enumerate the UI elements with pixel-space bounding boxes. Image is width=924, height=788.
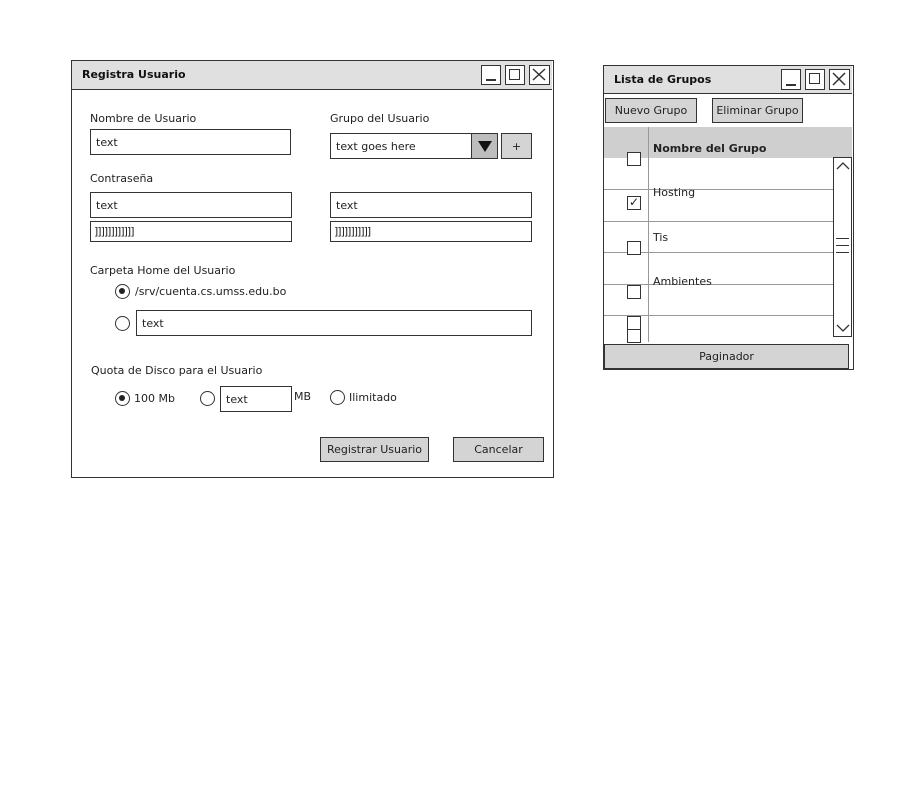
quota-custom-input[interactable]: text xyxy=(220,386,292,412)
close-icon[interactable] xyxy=(829,69,850,90)
row-checkbox-empty[interactable] xyxy=(627,329,641,343)
minimize-icon[interactable] xyxy=(781,69,801,90)
groups-list-window: Lista de Grupos Nuevo Grupo Eliminar Gru… xyxy=(603,65,854,370)
chevron-down-icon[interactable] xyxy=(835,322,851,334)
home-custom-radio[interactable] xyxy=(115,316,130,331)
password-confirm-strength-meter: ]]]]]]]]]]] xyxy=(330,221,532,242)
home-folder-label: Carpeta Home del Usuario xyxy=(90,264,236,277)
password-confirm-input[interactable]: text xyxy=(330,192,532,218)
groups-window-title: Lista de Grupos xyxy=(614,73,712,86)
quota-100-radio[interactable] xyxy=(115,391,130,406)
chevron-up-icon[interactable] xyxy=(835,160,851,172)
cancel-button[interactable]: Cancelar xyxy=(453,437,544,462)
row-checkbox-empty[interactable] xyxy=(627,316,641,330)
close-icon[interactable] xyxy=(529,65,550,85)
table-checkbox-column-divider xyxy=(648,127,649,342)
quota-unlimited-radio[interactable] xyxy=(330,390,345,405)
group-name-cell: Hosting xyxy=(653,186,696,199)
add-group-button[interactable]: + xyxy=(501,133,532,159)
group-name-cell: Tis xyxy=(653,231,669,244)
home-custom-input[interactable]: text xyxy=(136,310,532,336)
minimize-icon[interactable] xyxy=(481,65,501,85)
group-label: Grupo del Usuario xyxy=(330,112,430,125)
row-checkbox-ambientes[interactable] xyxy=(627,285,641,299)
home-default-radio[interactable] xyxy=(115,284,130,299)
new-group-button[interactable]: Nuevo Grupo xyxy=(605,98,697,123)
row-checkbox-tis[interactable] xyxy=(627,241,641,255)
home-default-label: /srv/cuenta.cs.umss.edu.bo xyxy=(135,285,287,298)
quota-unit-label: MB xyxy=(294,390,312,403)
select-all-checkbox[interactable] xyxy=(627,152,641,166)
row-divider xyxy=(604,189,833,190)
password-input[interactable]: text xyxy=(90,192,292,218)
username-label: Nombre de Usuario xyxy=(90,112,197,125)
password-label: Contraseña xyxy=(90,172,154,185)
group-name-cell: Ambientes xyxy=(653,275,712,288)
groups-window-titlebar: Lista de Grupos xyxy=(604,66,852,94)
quota-unlimited-label: Ilimitado xyxy=(349,391,397,404)
maximize-icon[interactable] xyxy=(505,65,525,85)
group-dropdown-button[interactable] xyxy=(471,133,498,159)
scrollbar-thumb-grip[interactable] xyxy=(836,236,849,256)
quota-custom-radio[interactable] xyxy=(200,391,215,406)
delete-group-button[interactable]: Eliminar Grupo xyxy=(712,98,803,123)
row-checkbox-hosting[interactable]: ✓ xyxy=(627,196,641,210)
register-window-title: Registra Usuario xyxy=(82,68,186,81)
register-window-titlebar: Registra Usuario xyxy=(72,61,552,90)
group-name-column-header: Nombre del Grupo xyxy=(653,142,767,155)
quota-100-label: 100 Mb xyxy=(134,392,175,405)
triangle-down-icon xyxy=(477,141,492,152)
row-divider xyxy=(604,221,833,222)
paginator-bar[interactable]: Paginador xyxy=(604,344,849,369)
password-strength-meter: ]]]]]]]]]]]] xyxy=(90,221,292,242)
username-input[interactable]: text xyxy=(90,129,291,155)
maximize-icon[interactable] xyxy=(805,69,825,90)
register-user-window: Registra Usuario Nombre de Usuario text … xyxy=(71,60,554,478)
quota-label: Quota de Disco para el Usuario xyxy=(91,364,263,377)
groups-scrollbar[interactable] xyxy=(833,157,852,337)
register-user-button[interactable]: Registrar Usuario xyxy=(320,437,429,462)
